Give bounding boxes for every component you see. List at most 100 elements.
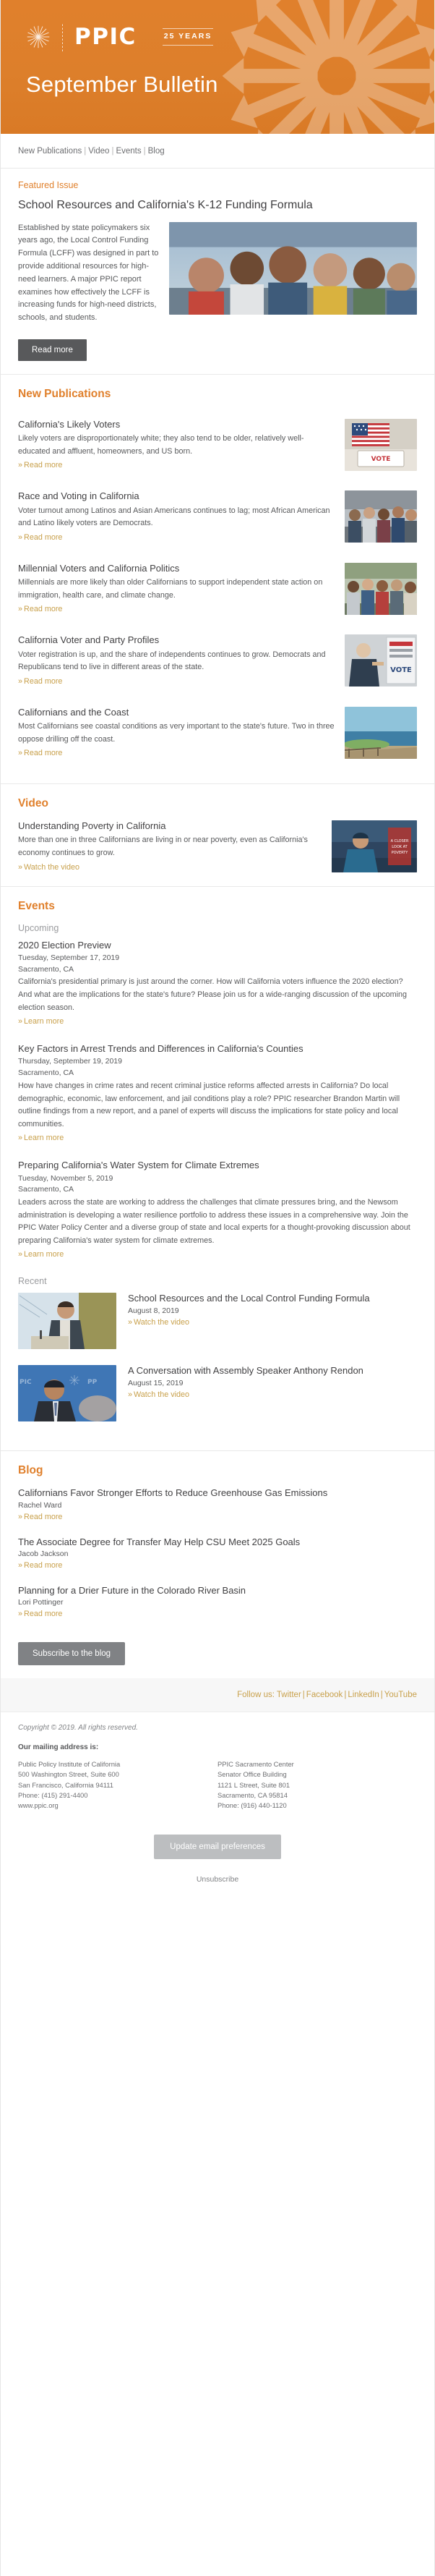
blog-author: Rachel Ward	[18, 1500, 62, 1510]
address-column-sf: Public Policy Institute of California 50…	[18, 1759, 218, 1811]
nav-link-new-publications[interactable]: New Publications	[18, 147, 82, 156]
social-link-youtube[interactable]: YouTube	[384, 1691, 417, 1699]
blog-title[interactable]: Planning for a Drier Future in the Color…	[18, 1585, 417, 1597]
chevron-right-icon: »	[18, 1134, 23, 1143]
recent-event-thumbnail[interactable]: PIC PP	[18, 1365, 116, 1422]
blog-read-more-link[interactable]: » Read more	[18, 1610, 62, 1618]
publication-description: Voter registration is up, and the share …	[18, 650, 326, 672]
nav-link-events[interactable]: Events	[116, 147, 141, 156]
publication-item: Millennial Voters and California Politic…	[18, 555, 417, 626]
recent-event-watch-link[interactable]: » Watch the video	[128, 1390, 189, 1399]
chevron-right-icon: »	[18, 1250, 23, 1259]
publication-title[interactable]: California's Likely Voters	[18, 419, 335, 430]
chevron-right-icon: »	[18, 1610, 23, 1619]
ppic-wordmark: PPIC	[74, 23, 137, 50]
video-watch-link[interactable]: » Watch the video	[18, 863, 79, 872]
event-learn-more-label: Learn more	[24, 1250, 64, 1259]
event-description: Leaders across the state are working to …	[18, 1198, 410, 1245]
follow-us-prefix: Follow us:	[237, 1691, 275, 1700]
logo-dotted-divider	[62, 22, 63, 51]
publication-thumbnail: VOTE	[345, 634, 417, 687]
event-learn-more-link[interactable]: » Learn more	[18, 1134, 64, 1142]
blog-item: The Associate Degree for Transfer May He…	[18, 1536, 417, 1571]
recent-event-item: School Resources and the Local Control F…	[18, 1293, 417, 1350]
publication-item: California's Likely Voters Likely voters…	[18, 411, 417, 483]
publication-read-more-link[interactable]: » Read more	[18, 533, 62, 542]
address-line: 500 Washington Street, Suite 600	[18, 1770, 119, 1779]
recent-event-watch-link[interactable]: » Watch the video	[128, 1318, 189, 1327]
blog-item: Californians Favor Stronger Efforts to R…	[18, 1487, 417, 1522]
publication-title[interactable]: California Voter and Party Profiles	[18, 634, 335, 646]
nav-link-blog[interactable]: Blog	[148, 147, 165, 156]
recent-event-title[interactable]: School Resources and the Local Control F…	[128, 1293, 417, 1305]
video-thumbnail[interactable]: A CLOSER LOOK AT POVERTY	[332, 820, 417, 873]
featured-eyebrow: Featured Issue	[18, 180, 79, 190]
social-link-twitter[interactable]: Twitter	[277, 1691, 301, 1699]
social-link-linkedin[interactable]: LinkedIn	[348, 1691, 379, 1699]
nav-link-video[interactable]: Video	[88, 147, 109, 156]
publication-description: Millennials are more likely than older C…	[18, 578, 323, 600]
event-learn-more-link[interactable]: » Learn more	[18, 1250, 64, 1259]
social-link-facebook[interactable]: Facebook	[306, 1691, 343, 1699]
recent-event-thumbnail[interactable]	[18, 1293, 116, 1350]
blog-read-more-label: Read more	[24, 1610, 63, 1619]
unsubscribe-link[interactable]: Unsubscribe	[18, 1875, 417, 1884]
recent-event-title[interactable]: A Conversation with Assembly Speaker Ant…	[128, 1365, 417, 1377]
address-line: San Francisco, California 94111	[18, 1780, 114, 1789]
event-description: How have changes in crime rates and rece…	[18, 1081, 400, 1128]
blog-read-more-link[interactable]: » Read more	[18, 1561, 62, 1570]
featured-title[interactable]: School Resources and California's K-12 F…	[18, 198, 417, 213]
event-location: Sacramento, CA	[18, 964, 74, 974]
ppic-burst-icon	[27, 25, 50, 48]
update-email-preferences-button[interactable]: Update email preferences	[154, 1834, 281, 1859]
event-learn-more-link[interactable]: » Learn more	[18, 1017, 64, 1026]
address-line: Sacramento, CA 95814	[218, 1791, 288, 1800]
publication-read-more-link[interactable]: » Read more	[18, 605, 62, 613]
blog-title[interactable]: Californians Favor Stronger Efforts to R…	[18, 1487, 417, 1499]
chevron-right-icon: »	[18, 862, 23, 872]
new-publications-heading: New Publications	[18, 388, 111, 401]
event-item: Preparing California's Water System for …	[18, 1160, 417, 1260]
blog-title[interactable]: The Associate Degree for Transfer May He…	[18, 1536, 417, 1548]
blog-read-more-link[interactable]: » Read more	[18, 1513, 62, 1521]
chevron-right-icon: »	[128, 1318, 133, 1327]
event-title[interactable]: 2020 Election Preview	[18, 940, 417, 951]
address-phone: Phone: (916) 440-1120	[218, 1801, 287, 1810]
chevron-right-icon: »	[18, 532, 23, 542]
svg-text:PIC: PIC	[20, 1379, 32, 1386]
publication-item: Californians and the Coast Most Californ…	[18, 699, 417, 770]
publication-title[interactable]: Millennial Voters and California Politic…	[18, 563, 335, 574]
publication-description: Most Californians see coastal conditions…	[18, 722, 335, 744]
new-publications-section: New Publications California's Likely Vot…	[1, 375, 434, 785]
video-title[interactable]: Understanding Poverty in California	[18, 820, 322, 832]
svg-text:VOTE: VOTE	[371, 456, 391, 463]
event-learn-more-label: Learn more	[24, 1017, 64, 1026]
chevron-right-icon: »	[18, 461, 23, 470]
chevron-right-icon: »	[18, 1512, 23, 1521]
publication-title[interactable]: Race and Voting in California	[18, 490, 335, 502]
address-website[interactable]: www.ppic.org	[18, 1801, 218, 1811]
publication-title[interactable]: Californians and the Coast	[18, 707, 335, 718]
event-title[interactable]: Preparing California's Water System for …	[18, 1160, 417, 1171]
publication-read-more-link[interactable]: » Read more	[18, 749, 62, 757]
blog-author: Jacob Jackson	[18, 1549, 69, 1558]
blog-author: Lori Pottinger	[18, 1598, 64, 1607]
header-banner: PPIC 25 YEARS September Bulletin	[1, 0, 434, 134]
address-phone: Phone: (415) 291-4400	[18, 1791, 88, 1800]
recent-event-watch-label: Watch the video	[134, 1318, 190, 1327]
events-upcoming-label: Upcoming	[18, 922, 59, 933]
logo-row: PPIC 25 YEARS	[26, 22, 434, 51]
event-title[interactable]: Key Factors in Arrest Trends and Differe…	[18, 1043, 417, 1055]
publication-read-more-link[interactable]: » Read more	[18, 677, 62, 686]
subscribe-to-blog-button[interactable]: Subscribe to the blog	[18, 1642, 126, 1666]
publication-read-more-label: Read more	[24, 605, 63, 614]
address-column-sacramento: PPIC Sacramento Center Senator Office Bu…	[218, 1759, 417, 1811]
recent-event-date: August 15, 2019	[128, 1379, 184, 1388]
event-location: Sacramento, CA	[18, 1068, 74, 1078]
publication-read-more-link[interactable]: » Read more	[18, 461, 62, 469]
featured-read-more-button[interactable]: Read more	[18, 339, 87, 362]
address-line: Public Policy Institute of California	[18, 1760, 121, 1769]
nav-separator: |	[84, 147, 87, 156]
chevron-right-icon: »	[18, 1560, 23, 1570]
chevron-right-icon: »	[18, 749, 23, 758]
